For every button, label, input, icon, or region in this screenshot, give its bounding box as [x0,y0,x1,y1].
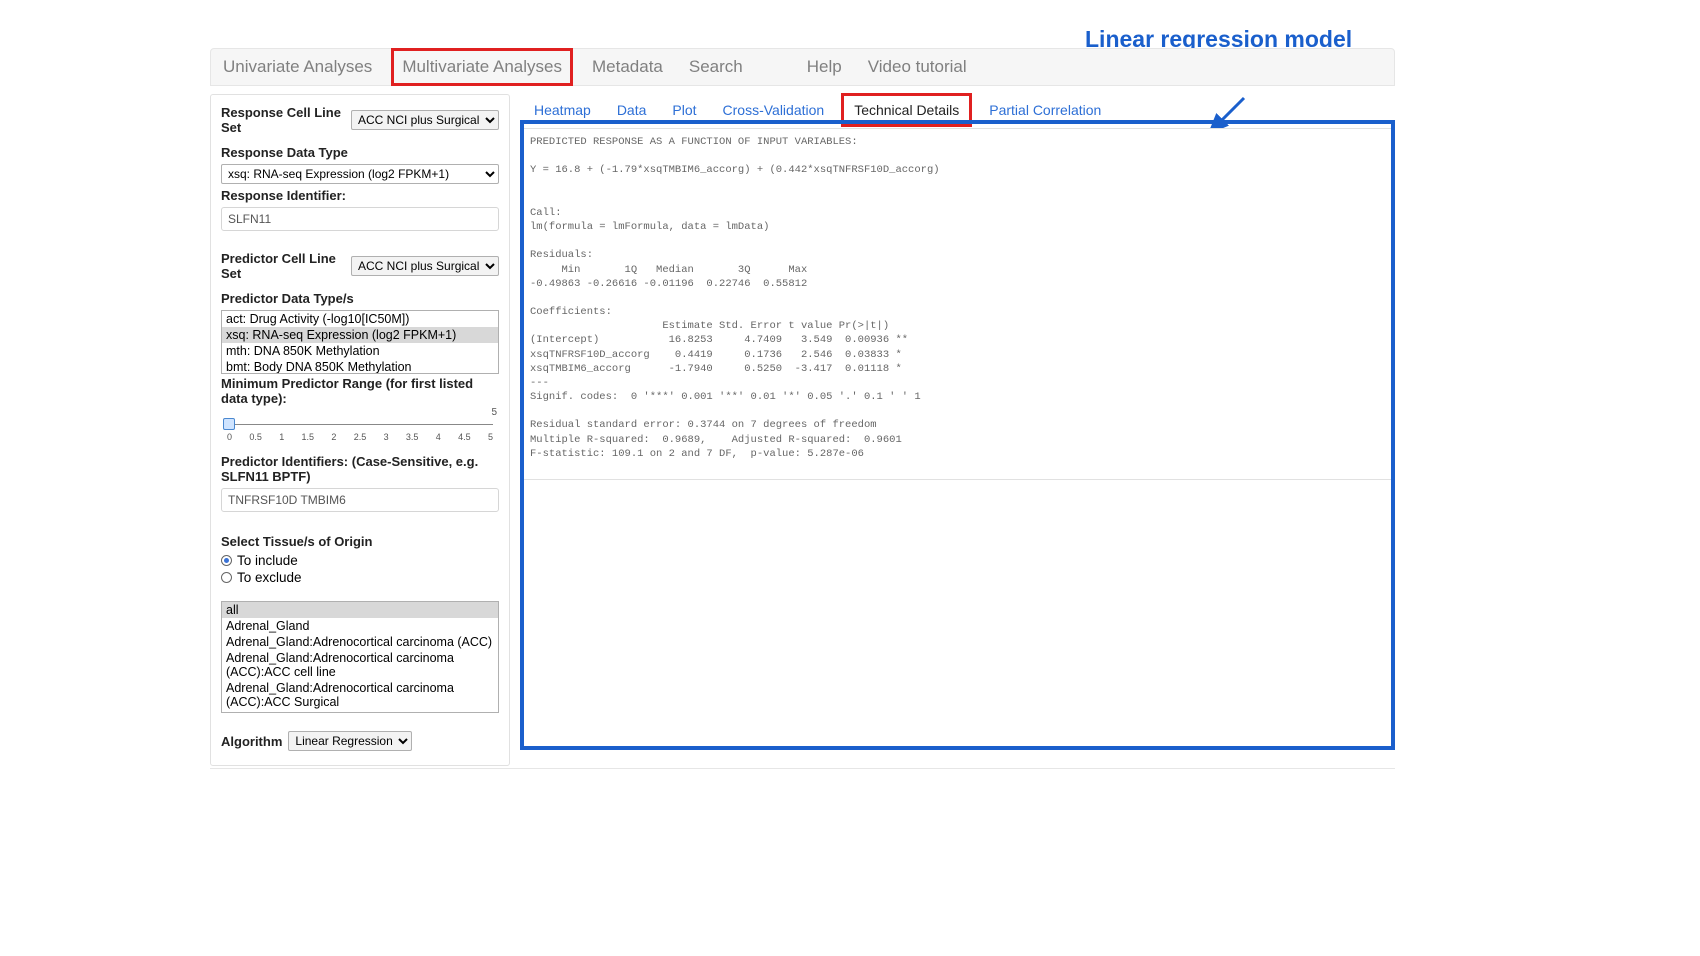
result-tabs: Heatmap Data Plot Cross-Validation Techn… [520,94,1395,128]
slider-tick: 4 [436,432,441,442]
tab-cross-validation[interactable]: Cross-Validation [719,98,829,122]
slider-max-label: 5 [491,407,497,418]
list-item[interactable]: Adrenal_Gland [222,618,498,634]
radio-icon [221,572,232,583]
technical-details-output: PREDICTED RESPONSE AS A FUNCTION OF INPU… [520,128,1395,480]
slider-tick: 1 [279,432,284,442]
algorithm-label: Algorithm [221,734,282,749]
list-item[interactable]: Adrenal_Gland:Adrenocortical carcinoma (… [222,680,498,710]
predictor-cell-line-set-select[interactable]: ACC NCI plus Surgical [351,256,499,276]
radio-include[interactable]: To include [221,553,499,568]
predictor-cell-line-set-label: Predictor Cell Line Set [221,251,347,281]
sidebar-panel: Response Cell Line Set ACC NCI plus Surg… [210,94,510,766]
nav-tab-search[interactable]: Search [685,55,747,79]
list-item[interactable]: all [222,602,498,618]
main-panel: Heatmap Data Plot Cross-Validation Techn… [520,94,1395,480]
response-identifier-input[interactable] [221,207,499,231]
slider-tick: 2 [331,432,336,442]
tab-data[interactable]: Data [613,98,651,122]
slider-tick: 0 [227,432,232,442]
predictor-identifiers-label: Predictor Identifiers: (Case-Sensitive, … [221,454,499,484]
nav-tab-multivariate[interactable]: Multivariate Analyses [394,51,570,83]
tissues-list[interactable]: all Adrenal_Gland Adrenal_Gland:Adrenoco… [221,601,499,713]
slider-handle[interactable] [223,418,235,430]
tab-plot[interactable]: Plot [668,98,700,122]
list-item[interactable]: mth: DNA 850K Methylation [222,343,498,359]
slider-tick: 4.5 [458,432,471,442]
response-cell-line-set-label: Response Cell Line Set [221,105,347,135]
nav-tab-help[interactable]: Help [803,55,846,79]
top-nav: Univariate Analyses Multivariate Analyse… [210,48,1395,86]
radio-exclude-label: To exclude [237,570,302,585]
tab-partial-correlation[interactable]: Partial Correlation [985,98,1105,122]
list-item[interactable]: act: Drug Activity (-log10[IC50M]) [222,311,498,327]
footer-divider [210,768,1395,769]
radio-icon [221,555,232,566]
response-identifier-label: Response Identifier: [221,188,499,203]
predictor-data-types-label: Predictor Data Type/s [221,291,499,306]
algorithm-select[interactable]: Linear Regression [288,731,412,751]
predictor-data-types-list[interactable]: act: Drug Activity (-log10[IC50M]) xsq: … [221,310,499,374]
slider-tick: 2.5 [354,432,367,442]
nav-tab-video[interactable]: Video tutorial [864,55,971,79]
response-cell-line-set-select[interactable]: ACC NCI plus Surgical [351,110,499,130]
min-predictor-range-label: Minimum Predictor Range (for first liste… [221,376,499,406]
predictor-identifiers-input[interactable] [221,488,499,512]
slider-track [227,424,493,425]
app-container: Univariate Analyses Multivariate Analyse… [210,48,1395,766]
slider-tick: 1.5 [302,432,315,442]
select-tissues-label: Select Tissue/s of Origin [221,534,499,549]
radio-exclude[interactable]: To exclude [221,570,499,585]
response-data-type-select[interactable]: xsq: RNA-seq Expression (log2 FPKM+1) [221,164,499,184]
list-item[interactable]: Adrenal_Gland:Adrenocortical carcinoma (… [222,634,498,650]
radio-include-label: To include [237,553,298,568]
slider-tick: 3.5 [406,432,419,442]
tab-heatmap[interactable]: Heatmap [530,98,595,122]
nav-tab-univariate[interactable]: Univariate Analyses [219,55,376,79]
slider-tick: 3 [384,432,389,442]
response-data-type-label: Response Data Type [221,145,499,160]
list-item[interactable]: Adrenal_Gland:Adrenocortical carcinoma (… [222,650,498,680]
list-item[interactable]: xsq: RNA-seq Expression (log2 FPKM+1) [222,327,498,343]
slider-tick: 5 [488,432,493,442]
body-row: Response Cell Line Set ACC NCI plus Surg… [210,94,1395,766]
slider-ticks: 0 0.5 1 1.5 2 2.5 3 3.5 4 4.5 5 [227,432,493,442]
list-item[interactable]: bmt: Body DNA 850K Methylation [222,359,498,374]
nav-tab-metadata[interactable]: Metadata [588,55,667,79]
min-predictor-range-slider[interactable]: 5 0 0.5 1 1.5 2 2.5 3 3.5 4 4.5 5 [221,410,499,444]
tab-technical-details[interactable]: Technical Details [846,98,967,122]
slider-tick: 0.5 [249,432,262,442]
